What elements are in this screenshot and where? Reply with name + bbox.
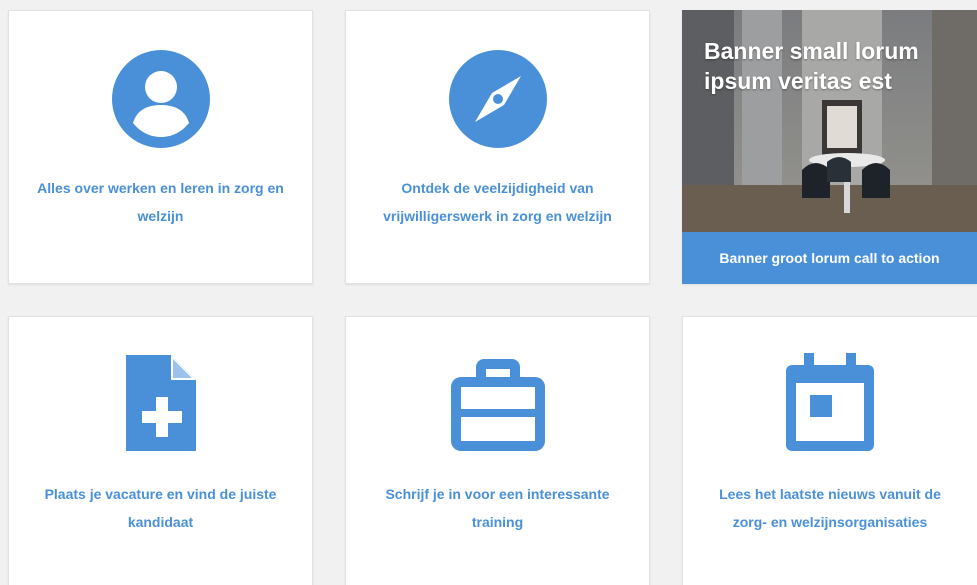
document-add-icon (125, 355, 196, 451)
person-icon (111, 50, 210, 148)
card-label: Lees het laatste nieuws vanuit de zorg- … (719, 486, 941, 530)
calendar-icon (786, 353, 874, 451)
briefcase-icon (450, 359, 545, 451)
banner-card[interactable]: Banner small lorum ipsum veritas est Ban… (682, 10, 977, 284)
card-label: Plaats je vacature en vind de juiste kan… (44, 486, 277, 530)
compass-icon (448, 50, 547, 148)
card-vacature[interactable]: Plaats je vacature en vind de juiste kan… (8, 316, 313, 585)
card-vrijwilligerswerk[interactable]: Ontdek de veelzijdigheid van vrijwillige… (345, 10, 650, 284)
card-werken-leren[interactable]: Alles over werken en leren in zorg en we… (8, 10, 313, 284)
banner-cta-button[interactable]: Banner groot lorum call to action (682, 232, 977, 284)
card-label: Alles over werken en leren in zorg en we… (37, 180, 284, 224)
card-label: Schrijf je in voor een interessante trai… (385, 486, 610, 530)
card-label: Ontdek de veelzijdigheid van vrijwillige… (383, 180, 612, 224)
tile-grid: Alles over werken en leren in zorg en we… (0, 0, 977, 585)
card-nieuws[interactable]: Lees het laatste nieuws vanuit de zorg- … (682, 316, 977, 585)
banner-title: Banner small lorum ipsum veritas est (704, 38, 919, 94)
card-training[interactable]: Schrijf je in voor een interessante trai… (345, 316, 650, 585)
